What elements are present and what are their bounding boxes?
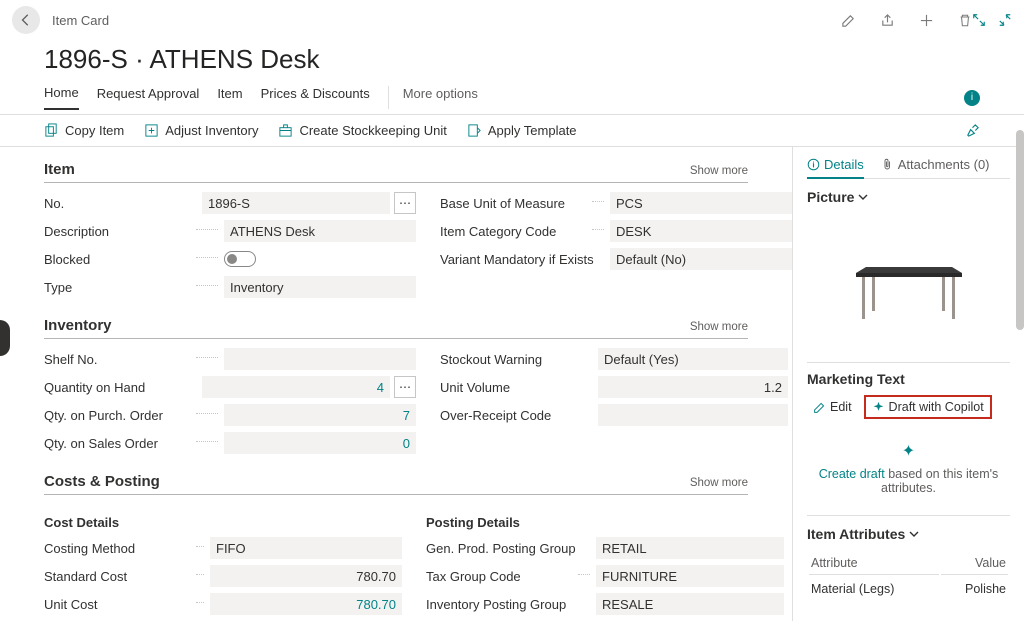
buom-field[interactable] [610, 192, 792, 214]
apply-template-action[interactable]: Apply Template [467, 123, 577, 138]
adjust-inventory-action[interactable]: Adjust Inventory [144, 123, 258, 138]
blocked-toggle[interactable] [224, 251, 256, 267]
qoh-field[interactable] [202, 376, 390, 398]
variant-field[interactable] [610, 248, 792, 270]
tab-item[interactable]: Item [217, 86, 242, 109]
costs-show-more[interactable]: Show more [690, 477, 748, 489]
no-field[interactable] [202, 192, 390, 214]
qoh-lookup-button[interactable]: ⋯ [394, 376, 416, 398]
delete-icon[interactable] [958, 13, 972, 28]
page-title: 1896-S · ATHENS Desk [0, 40, 1024, 85]
inventory-show-more[interactable]: Show more [690, 321, 748, 333]
collapse-icon[interactable] [998, 13, 1012, 27]
section-inventory-title: Inventory [44, 317, 112, 334]
shelf-field[interactable] [224, 348, 416, 370]
picture-section-title[interactable]: Picture [807, 189, 1010, 205]
popout-icon[interactable] [972, 13, 986, 27]
info-icon[interactable]: i [964, 90, 980, 106]
marketing-section-title[interactable]: Marketing Text [807, 371, 1010, 387]
sparkle-icon: ✦ [813, 441, 1004, 461]
qoh-label: Quantity on Hand [44, 380, 192, 395]
stockout-label: Stockout Warning [440, 352, 588, 367]
stockout-field[interactable] [598, 348, 788, 370]
type-field[interactable] [224, 276, 416, 298]
blocked-label: Blocked [44, 252, 192, 267]
chevron-down-icon [909, 529, 919, 539]
unitvol-label: Unit Volume [440, 380, 588, 395]
section-item-title: Item [44, 161, 75, 178]
tax-field[interactable] [596, 565, 784, 587]
tab-home[interactable]: Home [44, 85, 79, 110]
posting-details-head: Posting Details [426, 515, 784, 530]
stdcost-field[interactable] [210, 565, 402, 587]
section-costs-title: Costs & Posting [44, 473, 160, 490]
side-tab-attachments[interactable]: Attachments (0) [882, 157, 990, 172]
qso-label: Qty. on Sales Order [44, 436, 192, 451]
edit-marketing-action[interactable]: Edit [807, 395, 858, 419]
method-field[interactable] [210, 537, 402, 559]
main-scrollbar[interactable] [1016, 130, 1024, 330]
share-icon[interactable] [880, 13, 895, 28]
copy-item-action[interactable]: Copy Item [44, 123, 124, 138]
attr-header: Attribute [809, 552, 939, 575]
card-type-label: Item Card [52, 13, 841, 28]
qpo-field[interactable] [224, 404, 416, 426]
value-header: Value [941, 552, 1008, 575]
qpo-label: Qty. on Purch. Order [44, 408, 192, 423]
more-options[interactable]: More options [388, 86, 478, 109]
type-label: Type [44, 280, 192, 295]
edit-icon[interactable] [841, 13, 856, 28]
ipg-label: Inventory Posting Group [426, 597, 586, 612]
marketing-draft-area: ✦ Create draft based on this item's attr… [807, 429, 1010, 516]
description-field[interactable] [224, 220, 416, 242]
category-label: Item Category Code [440, 224, 588, 239]
tax-label: Tax Group Code [426, 569, 574, 584]
draft-with-copilot-action[interactable]: Draft with Copilot [864, 395, 992, 419]
description-label: Description [44, 224, 192, 239]
variant-label: Variant Mandatory if Exists [440, 252, 600, 267]
qso-field[interactable] [224, 432, 416, 454]
unitcost-label: Unit Cost [44, 597, 192, 612]
category-field[interactable] [610, 220, 792, 242]
unitcost-field[interactable] [210, 593, 402, 615]
chevron-down-icon [858, 192, 868, 202]
item-picture[interactable] [807, 213, 1010, 363]
attribute-row[interactable]: Material (Legs) Polishe [809, 577, 1008, 601]
side-tab-details[interactable]: Details [807, 157, 864, 179]
no-lookup-button[interactable]: ⋯ [394, 192, 416, 214]
gpg-label: Gen. Prod. Posting Group [426, 541, 586, 556]
create-stockkeeping-action[interactable]: Create Stockkeeping Unit [278, 123, 446, 138]
cost-details-head: Cost Details [44, 515, 402, 530]
tab-request-approval[interactable]: Request Approval [97, 86, 200, 109]
unitvol-field[interactable] [598, 376, 788, 398]
attributes-section-title[interactable]: Item Attributes [807, 526, 1010, 542]
back-button[interactable] [12, 6, 40, 34]
no-label: No. [44, 196, 192, 211]
item-show-more[interactable]: Show more [690, 165, 748, 177]
ipg-field[interactable] [596, 593, 784, 615]
overreceipt-field[interactable] [598, 404, 788, 426]
tab-prices-discounts[interactable]: Prices & Discounts [261, 86, 370, 109]
new-icon[interactable] [919, 13, 934, 28]
personalize-icon[interactable] [965, 123, 980, 138]
stdcost-label: Standard Cost [44, 569, 192, 584]
overreceipt-label: Over-Receipt Code [440, 408, 588, 423]
gpg-field[interactable] [596, 537, 784, 559]
method-label: Costing Method [44, 541, 192, 556]
shelf-label: Shelf No. [44, 352, 192, 367]
buom-label: Base Unit of Measure [440, 196, 588, 211]
create-draft-link[interactable]: Create draft [819, 467, 885, 481]
